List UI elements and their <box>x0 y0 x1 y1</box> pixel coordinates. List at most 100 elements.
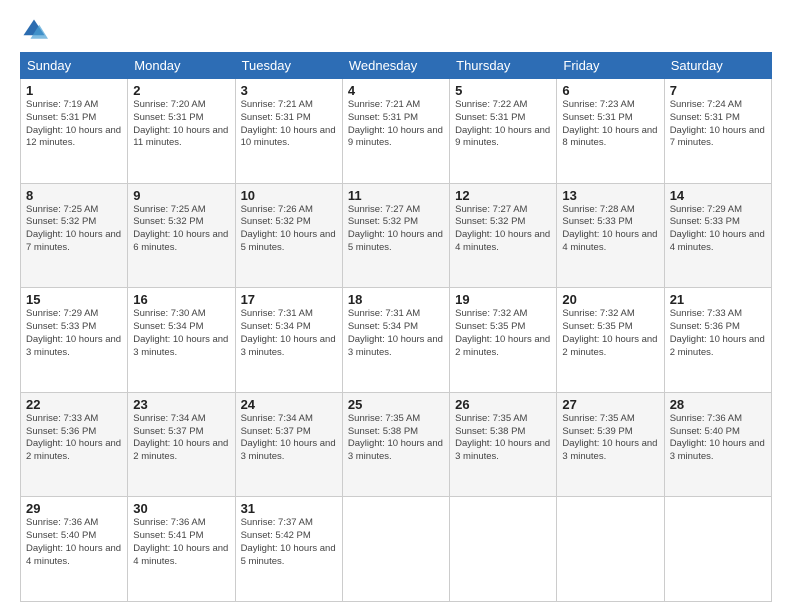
calendar-cell: 23 Sunrise: 7:34 AMSunset: 5:37 PMDaylig… <box>128 392 235 497</box>
calendar-cell: 21 Sunrise: 7:33 AMSunset: 5:36 PMDaylig… <box>664 288 771 393</box>
calendar-week-row: 8 Sunrise: 7:25 AMSunset: 5:32 PMDayligh… <box>21 183 772 288</box>
day-number: 17 <box>241 292 337 307</box>
calendar-cell: 12 Sunrise: 7:27 AMSunset: 5:32 PMDaylig… <box>450 183 557 288</box>
day-number: 18 <box>348 292 444 307</box>
day-number: 10 <box>241 188 337 203</box>
day-info: Sunrise: 7:29 AMSunset: 5:33 PMDaylight:… <box>670 204 766 255</box>
day-info: Sunrise: 7:20 AMSunset: 5:31 PMDaylight:… <box>133 99 229 150</box>
calendar-cell: 30 Sunrise: 7:36 AMSunset: 5:41 PMDaylig… <box>128 497 235 602</box>
day-number: 19 <box>455 292 551 307</box>
day-number: 20 <box>562 292 658 307</box>
day-info: Sunrise: 7:36 AMSunset: 5:40 PMDaylight:… <box>26 517 122 568</box>
header <box>20 16 772 44</box>
calendar-cell <box>557 497 664 602</box>
day-number: 14 <box>670 188 766 203</box>
day-number: 3 <box>241 83 337 98</box>
calendar-header-sunday: Sunday <box>21 53 128 79</box>
calendar-cell: 3 Sunrise: 7:21 AMSunset: 5:31 PMDayligh… <box>235 79 342 184</box>
day-number: 16 <box>133 292 229 307</box>
day-info: Sunrise: 7:31 AMSunset: 5:34 PMDaylight:… <box>241 308 337 359</box>
day-number: 30 <box>133 501 229 516</box>
day-number: 26 <box>455 397 551 412</box>
day-info: Sunrise: 7:29 AMSunset: 5:33 PMDaylight:… <box>26 308 122 359</box>
calendar-cell: 14 Sunrise: 7:29 AMSunset: 5:33 PMDaylig… <box>664 183 771 288</box>
calendar-cell: 31 Sunrise: 7:37 AMSunset: 5:42 PMDaylig… <box>235 497 342 602</box>
day-number: 11 <box>348 188 444 203</box>
day-info: Sunrise: 7:32 AMSunset: 5:35 PMDaylight:… <box>455 308 551 359</box>
day-number: 9 <box>133 188 229 203</box>
day-info: Sunrise: 7:31 AMSunset: 5:34 PMDaylight:… <box>348 308 444 359</box>
day-info: Sunrise: 7:32 AMSunset: 5:35 PMDaylight:… <box>562 308 658 359</box>
day-info: Sunrise: 7:21 AMSunset: 5:31 PMDaylight:… <box>241 99 337 150</box>
calendar-cell: 27 Sunrise: 7:35 AMSunset: 5:39 PMDaylig… <box>557 392 664 497</box>
day-info: Sunrise: 7:35 AMSunset: 5:38 PMDaylight:… <box>455 413 551 464</box>
day-info: Sunrise: 7:25 AMSunset: 5:32 PMDaylight:… <box>26 204 122 255</box>
calendar-header-friday: Friday <box>557 53 664 79</box>
day-number: 1 <box>26 83 122 98</box>
calendar-cell <box>342 497 449 602</box>
calendar-header-thursday: Thursday <box>450 53 557 79</box>
calendar-cell: 2 Sunrise: 7:20 AMSunset: 5:31 PMDayligh… <box>128 79 235 184</box>
day-info: Sunrise: 7:19 AMSunset: 5:31 PMDaylight:… <box>26 99 122 150</box>
day-info: Sunrise: 7:33 AMSunset: 5:36 PMDaylight:… <box>26 413 122 464</box>
calendar-cell: 9 Sunrise: 7:25 AMSunset: 5:32 PMDayligh… <box>128 183 235 288</box>
calendar-week-row: 1 Sunrise: 7:19 AMSunset: 5:31 PMDayligh… <box>21 79 772 184</box>
day-info: Sunrise: 7:22 AMSunset: 5:31 PMDaylight:… <box>455 99 551 150</box>
day-info: Sunrise: 7:34 AMSunset: 5:37 PMDaylight:… <box>241 413 337 464</box>
calendar-cell: 24 Sunrise: 7:34 AMSunset: 5:37 PMDaylig… <box>235 392 342 497</box>
calendar-cell: 6 Sunrise: 7:23 AMSunset: 5:31 PMDayligh… <box>557 79 664 184</box>
day-info: Sunrise: 7:34 AMSunset: 5:37 PMDaylight:… <box>133 413 229 464</box>
day-number: 8 <box>26 188 122 203</box>
day-info: Sunrise: 7:28 AMSunset: 5:33 PMDaylight:… <box>562 204 658 255</box>
calendar-cell <box>450 497 557 602</box>
day-number: 2 <box>133 83 229 98</box>
day-number: 4 <box>348 83 444 98</box>
calendar-header-saturday: Saturday <box>664 53 771 79</box>
day-number: 24 <box>241 397 337 412</box>
day-info: Sunrise: 7:26 AMSunset: 5:32 PMDaylight:… <box>241 204 337 255</box>
calendar-header-monday: Monday <box>128 53 235 79</box>
calendar-cell: 15 Sunrise: 7:29 AMSunset: 5:33 PMDaylig… <box>21 288 128 393</box>
day-number: 27 <box>562 397 658 412</box>
day-info: Sunrise: 7:36 AMSunset: 5:40 PMDaylight:… <box>670 413 766 464</box>
day-number: 28 <box>670 397 766 412</box>
day-number: 13 <box>562 188 658 203</box>
logo-icon <box>20 16 48 44</box>
calendar-cell: 20 Sunrise: 7:32 AMSunset: 5:35 PMDaylig… <box>557 288 664 393</box>
logo <box>20 16 52 44</box>
calendar-cell: 29 Sunrise: 7:36 AMSunset: 5:40 PMDaylig… <box>21 497 128 602</box>
calendar-cell: 28 Sunrise: 7:36 AMSunset: 5:40 PMDaylig… <box>664 392 771 497</box>
day-info: Sunrise: 7:30 AMSunset: 5:34 PMDaylight:… <box>133 308 229 359</box>
calendar-cell: 13 Sunrise: 7:28 AMSunset: 5:33 PMDaylig… <box>557 183 664 288</box>
calendar-cell: 19 Sunrise: 7:32 AMSunset: 5:35 PMDaylig… <box>450 288 557 393</box>
calendar-cell: 10 Sunrise: 7:26 AMSunset: 5:32 PMDaylig… <box>235 183 342 288</box>
day-number: 7 <box>670 83 766 98</box>
calendar-cell: 17 Sunrise: 7:31 AMSunset: 5:34 PMDaylig… <box>235 288 342 393</box>
calendar-cell: 11 Sunrise: 7:27 AMSunset: 5:32 PMDaylig… <box>342 183 449 288</box>
day-info: Sunrise: 7:21 AMSunset: 5:31 PMDaylight:… <box>348 99 444 150</box>
day-info: Sunrise: 7:24 AMSunset: 5:31 PMDaylight:… <box>670 99 766 150</box>
day-info: Sunrise: 7:25 AMSunset: 5:32 PMDaylight:… <box>133 204 229 255</box>
day-info: Sunrise: 7:33 AMSunset: 5:36 PMDaylight:… <box>670 308 766 359</box>
calendar-cell: 4 Sunrise: 7:21 AMSunset: 5:31 PMDayligh… <box>342 79 449 184</box>
calendar-cell: 7 Sunrise: 7:24 AMSunset: 5:31 PMDayligh… <box>664 79 771 184</box>
day-info: Sunrise: 7:37 AMSunset: 5:42 PMDaylight:… <box>241 517 337 568</box>
day-number: 6 <box>562 83 658 98</box>
calendar-header-wednesday: Wednesday <box>342 53 449 79</box>
day-info: Sunrise: 7:35 AMSunset: 5:39 PMDaylight:… <box>562 413 658 464</box>
calendar-header-tuesday: Tuesday <box>235 53 342 79</box>
calendar-cell: 25 Sunrise: 7:35 AMSunset: 5:38 PMDaylig… <box>342 392 449 497</box>
calendar-cell: 26 Sunrise: 7:35 AMSunset: 5:38 PMDaylig… <box>450 392 557 497</box>
calendar-week-row: 29 Sunrise: 7:36 AMSunset: 5:40 PMDaylig… <box>21 497 772 602</box>
calendar-week-row: 15 Sunrise: 7:29 AMSunset: 5:33 PMDaylig… <box>21 288 772 393</box>
calendar-cell: 1 Sunrise: 7:19 AMSunset: 5:31 PMDayligh… <box>21 79 128 184</box>
page: SundayMondayTuesdayWednesdayThursdayFrid… <box>0 0 792 612</box>
day-number: 29 <box>26 501 122 516</box>
day-number: 12 <box>455 188 551 203</box>
day-number: 5 <box>455 83 551 98</box>
calendar-header-row: SundayMondayTuesdayWednesdayThursdayFrid… <box>21 53 772 79</box>
day-number: 22 <box>26 397 122 412</box>
calendar-cell <box>664 497 771 602</box>
day-info: Sunrise: 7:27 AMSunset: 5:32 PMDaylight:… <box>455 204 551 255</box>
day-info: Sunrise: 7:36 AMSunset: 5:41 PMDaylight:… <box>133 517 229 568</box>
